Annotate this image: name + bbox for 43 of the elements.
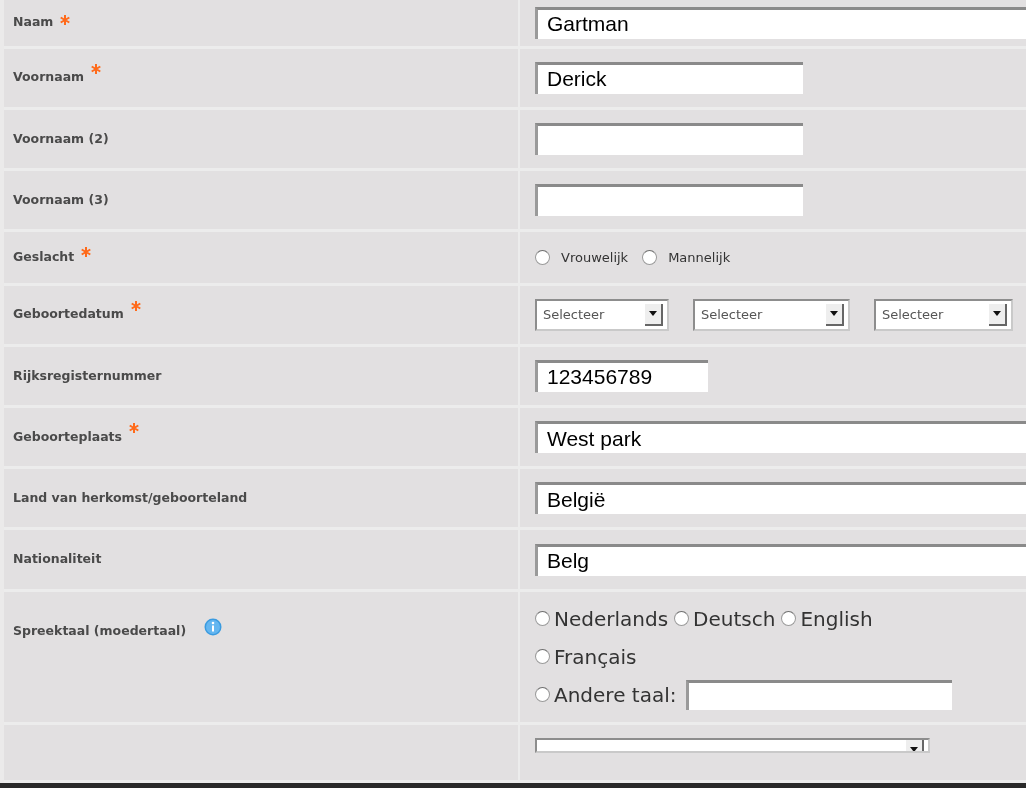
field-label: Nationaliteit xyxy=(13,550,102,569)
dropdown[interactable]: Selecteer xyxy=(693,298,850,331)
info-icon[interactable] xyxy=(204,617,223,636)
text-field[interactable] xyxy=(535,184,803,217)
field-label: Rijksregisternummer xyxy=(13,366,162,385)
field-label: Voornaam (2) xyxy=(13,129,109,148)
caret-icon xyxy=(910,747,918,751)
radio-button[interactable] xyxy=(535,687,550,703)
text-field[interactable]: Belg xyxy=(535,543,1026,576)
caret-icon xyxy=(649,311,657,317)
radio-button[interactable] xyxy=(535,649,550,665)
text-field[interactable]: West park xyxy=(535,421,1026,454)
option-label: English xyxy=(800,605,873,633)
option-label: Mannelijk xyxy=(668,248,731,267)
field-label: Geslacht xyxy=(13,248,75,267)
field-label: Voornaam (3) xyxy=(13,190,109,209)
field-label: Land van herkomst/geboorteland xyxy=(13,489,248,507)
caret-icon xyxy=(830,311,838,317)
text-field[interactable]: Derick xyxy=(535,61,803,94)
radio-button[interactable] xyxy=(535,249,550,265)
radio-button[interactable] xyxy=(535,611,550,627)
radio-button[interactable] xyxy=(642,249,658,265)
option-label: Nederlands xyxy=(554,605,669,633)
caret-icon xyxy=(993,311,1001,317)
option-label: Deutsch xyxy=(693,605,776,633)
option-label: Andere taal: xyxy=(554,681,677,709)
dropdown[interactable]: Selecteer xyxy=(535,298,669,331)
text-field[interactable]: 123456789 xyxy=(535,359,708,392)
option-label: Vrouwelijk xyxy=(561,248,629,267)
field-label: Spreektaal (moedertaal) xyxy=(13,621,187,640)
field-label: Geboortedatum xyxy=(13,305,124,324)
field-label: Geboorteplaats xyxy=(13,427,122,446)
radio-button[interactable] xyxy=(781,611,797,627)
text-field[interactable] xyxy=(535,122,803,155)
field-label: Voornaam xyxy=(13,68,85,87)
dropdown[interactable]: Selecteer xyxy=(874,298,1013,331)
radio-button[interactable] xyxy=(674,611,690,627)
dropdown[interactable] xyxy=(535,737,930,753)
field-label: Naam xyxy=(13,13,54,32)
text-field[interactable] xyxy=(686,679,953,710)
option-label: Français xyxy=(554,643,637,671)
text-field[interactable]: Gartman xyxy=(535,6,1026,39)
text-field[interactable]: België xyxy=(535,482,1026,515)
